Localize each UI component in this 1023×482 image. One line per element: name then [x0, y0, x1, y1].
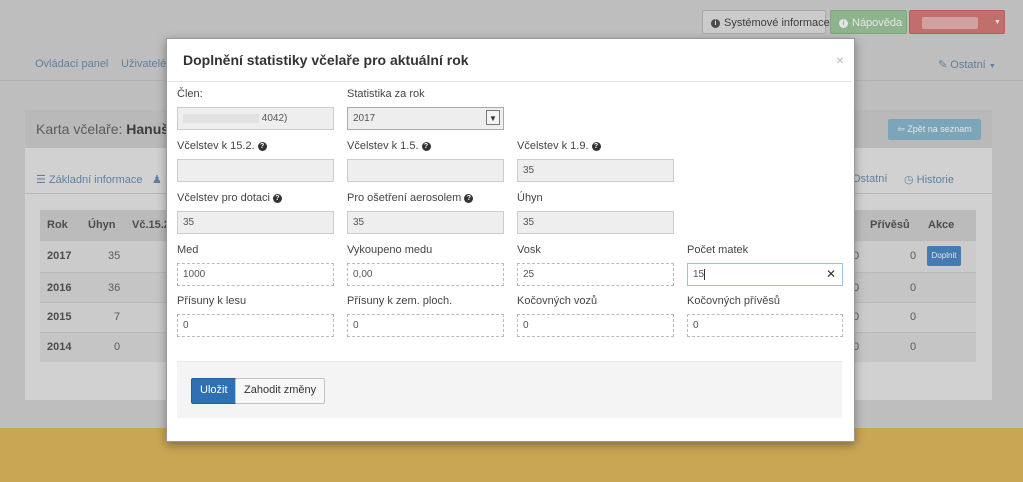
vcelstev-1-5-label: Včelstev k 1.5.?: [347, 140, 431, 152]
year-select[interactable]: 2017 ▼: [347, 107, 504, 130]
redacted-member-name: [183, 113, 259, 123]
kocovnych-privesu-input[interactable]: 0: [687, 314, 843, 337]
help-icon[interactable]: ?: [272, 193, 282, 203]
save-button[interactable]: Uložit: [191, 378, 237, 404]
modal-header-divider: [167, 81, 852, 82]
prisuny-les-input[interactable]: 0: [177, 314, 334, 337]
vosk-label: Vosk: [517, 244, 541, 256]
prisuny-zem-input[interactable]: 0: [347, 314, 504, 337]
prisuny-les-label: Přísuny k lesu: [177, 295, 247, 307]
pocet-matek-label: Počet matek: [687, 244, 749, 256]
vcelstev-1-9-field: 35: [517, 159, 674, 182]
uhyn-field: 35: [517, 211, 674, 234]
vykoupeno-label: Vykoupeno medu: [347, 244, 433, 256]
aerosol-label-text: Pro ošetření aerosolem: [347, 192, 462, 204]
statistika-label: Statistika za rok: [347, 88, 425, 100]
help-icon[interactable]: ?: [421, 141, 431, 151]
vcelstev-1-9-label-text: Včelstev k 1.9.: [517, 140, 589, 152]
kocovnych-vozu-label: Kočovných vozů: [517, 295, 598, 307]
vcelstev-1-5-field: [347, 159, 504, 182]
vcelstev-dotace-label-text: Včelstev pro dotaci: [177, 192, 270, 204]
vcelstev-1-9-label: Včelstev k 1.9.?: [517, 140, 601, 152]
vosk-input[interactable]: 25: [517, 263, 674, 286]
close-icon[interactable]: ×: [836, 52, 844, 68]
text-cursor: [704, 268, 706, 280]
statistics-modal: Doplnění statistiky včelaře pro aktuální…: [166, 38, 855, 442]
aerosol-label: Pro ošetření aerosolem?: [347, 192, 474, 204]
year-select-value: 2017: [353, 113, 376, 124]
help-icon[interactable]: ?: [464, 193, 474, 203]
help-icon[interactable]: ?: [257, 141, 267, 151]
kocovnych-vozu-input[interactable]: 0: [517, 314, 674, 337]
chevron-down-icon[interactable]: ▼: [486, 110, 500, 125]
vcelstev-15-2-label: Včelstev k 15.2.?: [177, 140, 267, 152]
clen-value: 4042): [261, 113, 288, 124]
vcelstev-dotace-field: 35: [177, 211, 334, 234]
vcelstev-1-5-label-text: Včelstev k 1.5.: [347, 140, 419, 152]
aerosol-field: 35: [347, 211, 504, 234]
clen-field: 4042): [177, 107, 334, 130]
kocovnych-privesu-label: Kočovných přívěsů: [687, 295, 780, 307]
med-label: Med: [177, 244, 199, 256]
prisuny-zem-label: Přísuny k zem. ploch.: [347, 295, 453, 307]
help-icon[interactable]: ?: [591, 141, 601, 151]
vykoupeno-input[interactable]: 0,00: [347, 263, 504, 286]
pocet-matek-value: 15: [693, 269, 705, 280]
clen-label: Člen:: [177, 88, 203, 100]
vcelstev-15-2-label-text: Včelstev k 15.2.: [177, 140, 255, 152]
clear-icon[interactable]: ✕: [826, 264, 836, 285]
vcelstev-dotace-label: Včelstev pro dotaci?: [177, 192, 282, 204]
pocet-matek-input[interactable]: 15 ✕: [687, 263, 843, 286]
modal-title: Doplnění statistiky včelaře pro aktuální…: [183, 52, 469, 68]
modal-footer: Uložit Zahodit změny: [177, 361, 842, 418]
med-input[interactable]: 1000: [177, 263, 334, 286]
uhyn-label: Úhyn: [517, 192, 543, 204]
discard-changes-button[interactable]: Zahodit změny: [235, 378, 326, 404]
vcelstev-15-2-field: [177, 159, 334, 182]
